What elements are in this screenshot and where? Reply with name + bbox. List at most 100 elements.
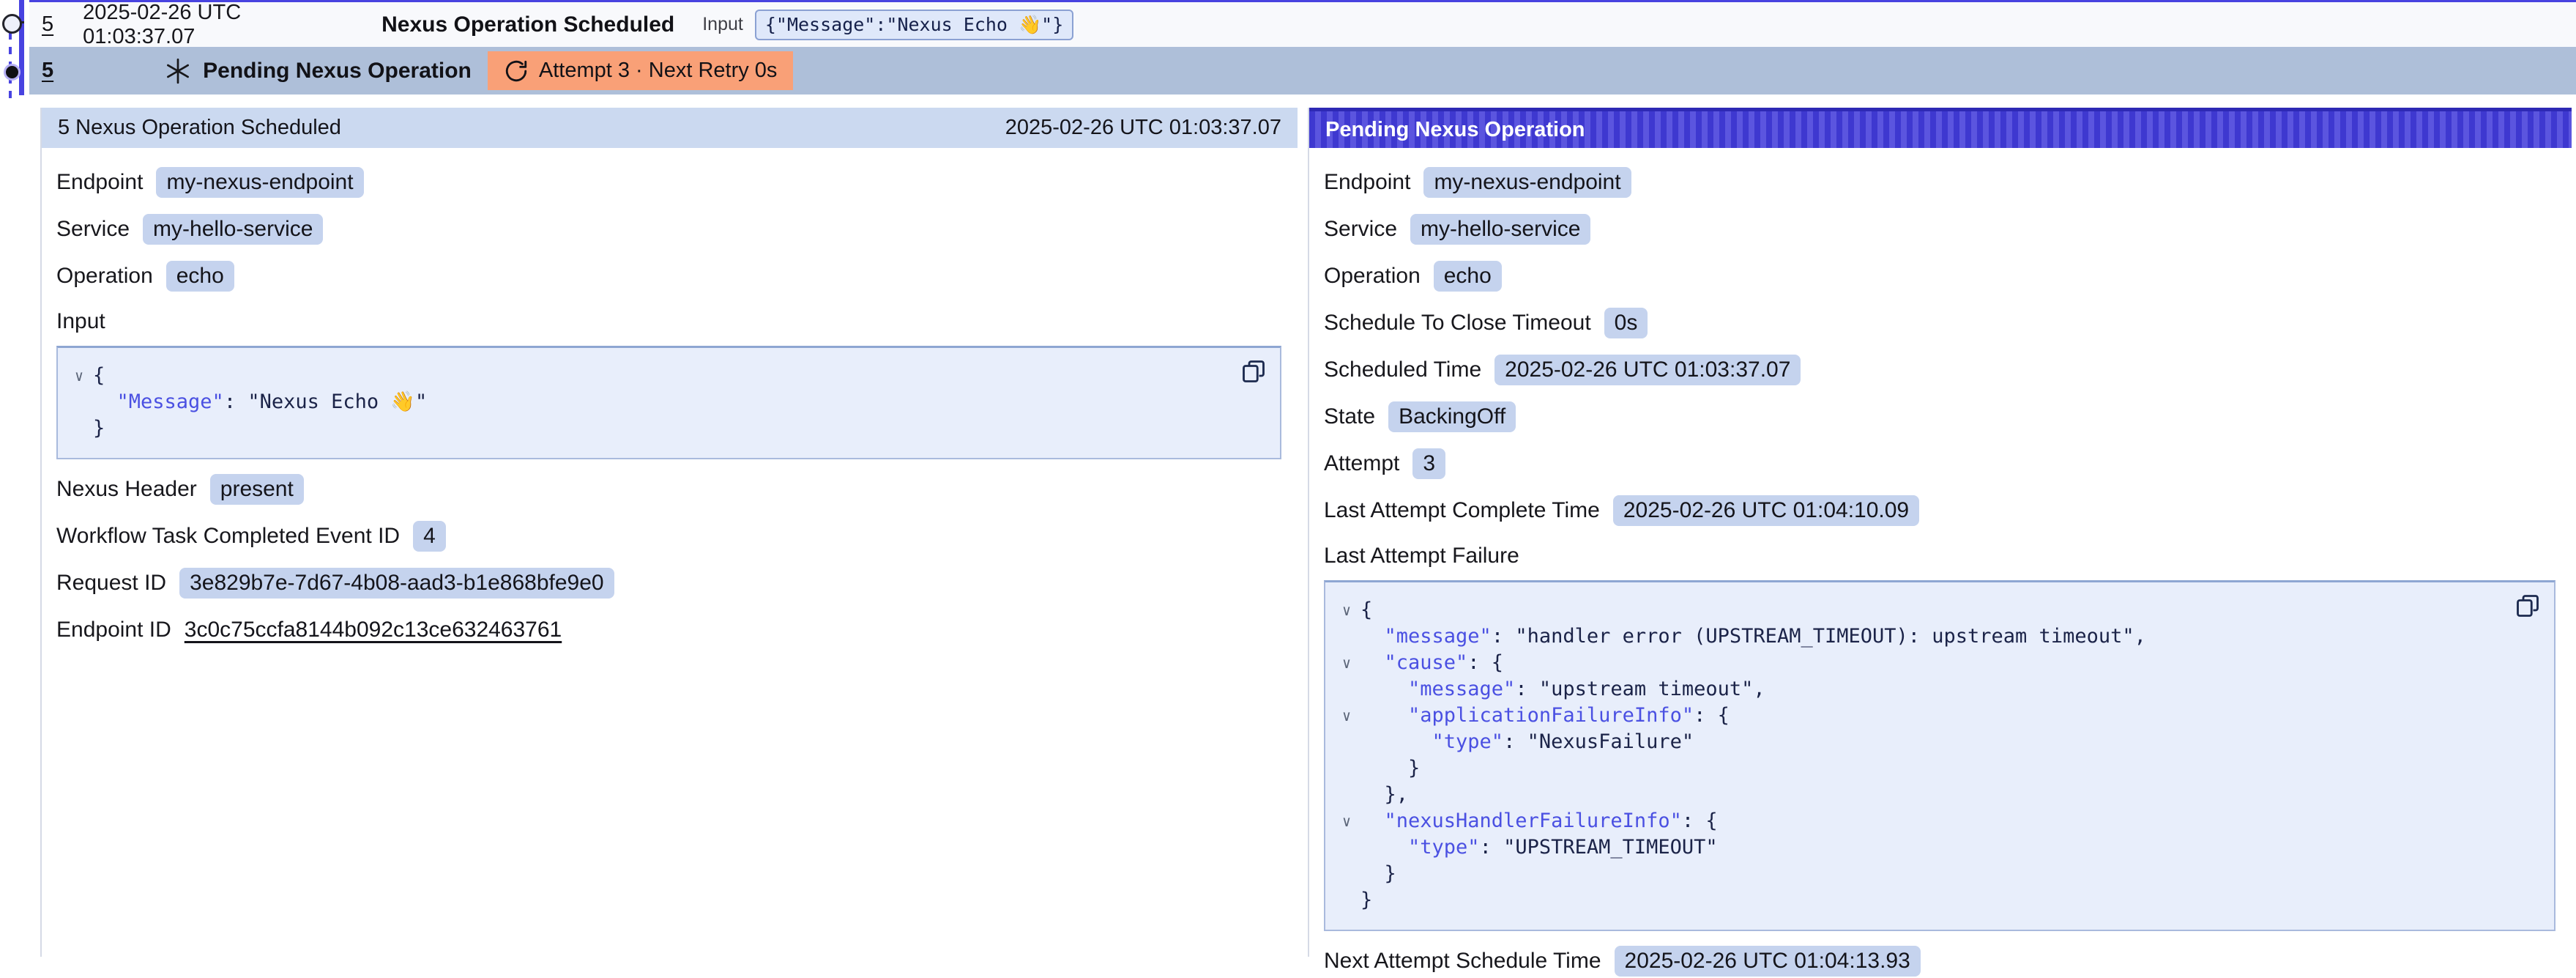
current-event-node-icon[interactable] (4, 64, 21, 81)
detail-field-row: Operation echo (1324, 259, 2555, 293)
field-label: Operation (1324, 264, 1421, 289)
field-label: Next Attempt Schedule Time (1324, 949, 1601, 974)
input-inline-label: Input (702, 14, 743, 35)
field-value: my-hello-service (1410, 214, 1590, 245)
field-label: Last Attempt Complete Time (1324, 498, 1600, 523)
detail-field-row: Endpoint ID 3c0c75ccfa8144b092c13ce63246… (56, 613, 1281, 647)
detail-field-row: Next Attempt Schedule Time 2025-02-26 UT… (1324, 944, 2555, 978)
detail-field-row: Last Attempt Complete Time 2025-02-26 UT… (1324, 494, 2555, 527)
code-line: } (1333, 755, 2510, 782)
field-value: 4 (413, 521, 446, 552)
code-line: "message": "handler error (UPSTREAM_TIME… (1333, 623, 2510, 650)
expanded-event-node-icon[interactable] (2, 14, 22, 34)
code-text: "type": "NexusFailure" (1360, 729, 1694, 755)
detail-field-row: Service my-hello-service (1324, 212, 2555, 246)
pending-fields-group: Endpoint my-nexus-endpoint Service my-he… (1324, 166, 2555, 527)
field-label: Schedule To Close Timeout (1324, 311, 1591, 336)
code-gutter (1333, 861, 1360, 887)
field-label: Attempt (1324, 451, 1399, 476)
code-gutter (1333, 782, 1360, 808)
code-gutter (1333, 755, 1360, 782)
code-line: "Message": "Nexus Echo 👋" (65, 389, 1236, 415)
endpoint-id-link[interactable]: 3c0c75ccfa8144b092c13ce632463761 (185, 618, 562, 642)
field-value: 3 (1412, 448, 1445, 479)
code-line: }, (1333, 782, 2510, 808)
field-label: Request ID (56, 571, 166, 596)
collapse-chevron-icon[interactable]: ∨ (1333, 650, 1360, 676)
code-text: "cause": { (1360, 650, 1503, 676)
panel-body-pending: Endpoint my-nexus-endpoint Service my-he… (1309, 148, 2572, 978)
field-value: my-nexus-endpoint (1423, 167, 1631, 198)
failure-json-lines: ∨{"message": "handler error (UPSTREAM_TI… (1333, 597, 2510, 914)
failure-section-label: Last Attempt Failure (1324, 544, 2555, 568)
copy-icon[interactable] (1240, 358, 1267, 385)
code-text: { (93, 363, 105, 389)
code-text: "message": "handler error (UPSTREAM_TIME… (1360, 623, 2146, 650)
detail-field-row: Endpoint my-nexus-endpoint (56, 166, 1281, 199)
field-label: Nexus Header (56, 477, 197, 502)
pending-event-name: Pending Nexus Operation (203, 59, 472, 84)
code-text: } (1360, 887, 1372, 914)
input-preview-chip[interactable]: {"Message":"Nexus Echo 👋"} (755, 10, 1073, 40)
detail-field-row: Endpoint my-nexus-endpoint (1324, 166, 2555, 199)
detail-field-row: Scheduled Time 2025-02-26 UTC 01:03:37.0… (1324, 353, 2555, 387)
scheduled-fields-group-2: Nexus Header present Workflow Task Compl… (56, 473, 1281, 647)
event-timestamp: 2025-02-26 UTC 01:03:37.07 (83, 1, 355, 49)
code-text: "type": "UPSTREAM_TIMEOUT" (1360, 834, 1718, 861)
field-label: Service (1324, 217, 1397, 242)
detail-field-row: Service my-hello-service (56, 212, 1281, 246)
field-label: Endpoint ID (56, 618, 171, 642)
code-line: "type": "UPSTREAM_TIMEOUT" (1333, 834, 2510, 861)
copy-icon[interactable] (2514, 593, 2541, 619)
field-label: Endpoint (1324, 170, 1410, 195)
attempt-retry-text: Attempt 3 · Next Retry 0s (539, 59, 778, 83)
input-section-label: Input (56, 309, 1281, 334)
code-line: ∨"applicationFailureInfo": { (1333, 703, 2510, 729)
field-value: 2025-02-26 UTC 01:03:37.07 (1494, 355, 1801, 385)
panel-body-scheduled: Endpoint my-nexus-endpoint Service my-he… (42, 148, 1298, 647)
code-line: } (65, 415, 1236, 442)
collapse-chevron-icon[interactable]: ∨ (1333, 703, 1360, 729)
pending-fields-group-2: Next Attempt Schedule Time 2025-02-26 UT… (1324, 944, 2555, 978)
field-label: Scheduled Time (1324, 358, 1481, 382)
code-gutter (1333, 676, 1360, 703)
event-row-pending-nexus-operation[interactable]: 5 Pending Nexus Operation Attempt 3 · Ne… (29, 47, 2576, 95)
code-text: "nexusHandlerFailureInfo": { (1360, 808, 1718, 834)
panel-pending-nexus-operation: Pending Nexus Operation Endpoint my-nexu… (1308, 108, 2572, 957)
panel-title: Pending Nexus Operation (1325, 118, 1585, 142)
field-label: Workflow Task Completed Event ID (56, 524, 400, 549)
code-line: "message": "upstream timeout", (1333, 676, 2510, 703)
field-value: 2025-02-26 UTC 01:04:10.09 (1613, 495, 1919, 526)
code-gutter (1333, 729, 1360, 755)
field-value: present (210, 474, 304, 505)
code-text: { (1360, 597, 1372, 623)
field-value: BackingOff (1388, 401, 1516, 432)
code-line: ∨"cause": { (1333, 650, 2510, 676)
code-text: "message": "upstream timeout", (1360, 676, 1765, 703)
app-root: { "colors": { "accent_blue": "#4843e0", … (0, 0, 2576, 957)
code-text: } (93, 415, 105, 442)
code-gutter (1333, 887, 1360, 914)
code-line: } (1333, 861, 2510, 887)
collapse-chevron-icon[interactable]: ∨ (65, 363, 93, 389)
collapse-chevron-icon[interactable]: ∨ (1333, 808, 1360, 834)
field-value: my-nexus-endpoint (156, 167, 363, 198)
code-line: } (1333, 887, 2510, 914)
detail-field-row: Workflow Task Completed Event ID 4 (56, 519, 1281, 553)
panel-nexus-operation-scheduled: 5 Nexus Operation Scheduled 2025-02-26 U… (40, 108, 1298, 957)
event-id-link[interactable]: 5 (42, 12, 53, 37)
event-id-link[interactable]: 5 (42, 59, 53, 83)
input-json-viewer: ∨{"Message": "Nexus Echo 👋"} (56, 346, 1281, 459)
code-gutter (65, 389, 93, 415)
code-line: "type": "NexusFailure" (1333, 729, 2510, 755)
field-label: Operation (56, 264, 153, 289)
attempt-retry-badge: Attempt 3 · Next Retry 0s (488, 51, 794, 90)
failure-json-viewer: ∨{"message": "handler error (UPSTREAM_TI… (1324, 580, 2555, 931)
detail-field-row: Nexus Header present (56, 473, 1281, 506)
collapse-chevron-icon[interactable]: ∨ (1333, 597, 1360, 623)
event-row-nexus-operation-scheduled[interactable]: 5 2025-02-26 UTC 01:03:37.07 Nexus Opera… (29, 0, 2576, 47)
field-value: my-hello-service (143, 214, 323, 245)
panel-title: 5 Nexus Operation Scheduled (58, 116, 341, 140)
code-text: "Message": "Nexus Echo 👋" (93, 389, 427, 415)
code-line: ∨"nexusHandlerFailureInfo": { (1333, 808, 2510, 834)
